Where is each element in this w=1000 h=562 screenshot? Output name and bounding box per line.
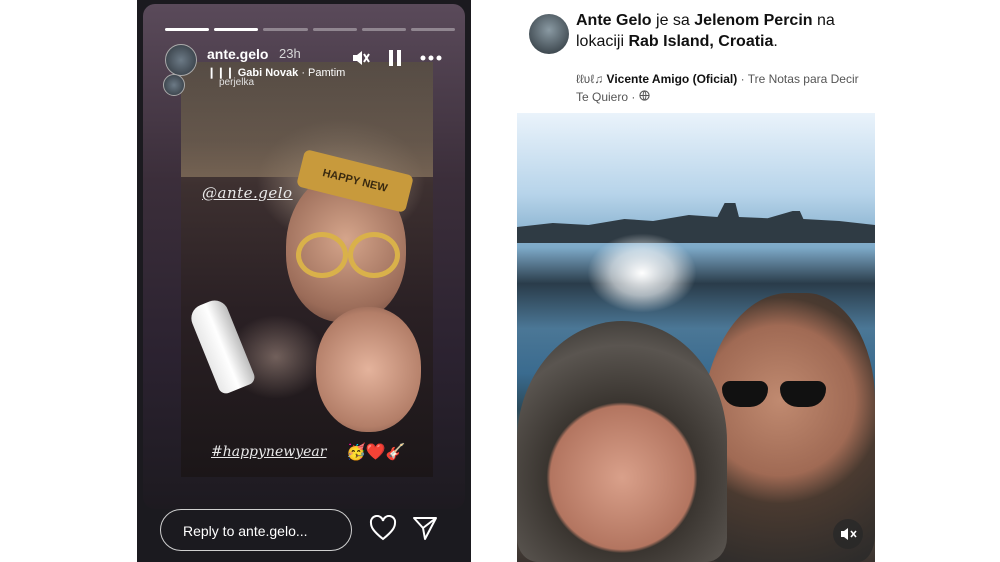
man-glasses [296,232,401,278]
collaborator-avatar[interactable] [163,74,185,96]
send-icon[interactable] [412,515,442,545]
emoji-stickers: 🥳❤️🎸 [346,442,406,461]
user-avatar[interactable] [165,44,197,76]
video-mute-icon[interactable] [833,519,863,549]
story-background: HAPPY NEW ante.gelo 23h ❙❙❙ Gabi Novak ·… [143,4,465,509]
author-name[interactable]: Ante Gelo [576,12,652,29]
music-artist[interactable]: Vicente Amigo (Oficial) [607,72,738,86]
woman-selfie [517,321,727,562]
sun-glare [587,233,697,313]
post-photo[interactable] [517,113,875,562]
story-time: 23h [279,46,301,61]
progress-segment [361,28,406,31]
story-header: ante.gelo 23h ❙❙❙ Gabi Novak · Pamtim [165,42,455,82]
mute-icon[interactable] [350,48,370,73]
post-header: Ante Gelo je sa Jelenom Percin na lokaci… [576,10,866,52]
progress-segment [214,28,259,31]
globe-icon [639,90,650,104]
hashtag-sticker[interactable]: #happynewyear [211,444,326,460]
with-text: je sa [656,12,690,29]
mention-sticker[interactable]: @ante.gelo [202,184,293,202]
facebook-post: Ante Gelo je sa Jelenom Percin na lokaci… [517,0,875,562]
progress-segment [165,28,210,31]
story-photo: HAPPY NEW [181,62,433,477]
instagram-story: HAPPY NEW ante.gelo 23h ❙❙❙ Gabi Novak ·… [137,0,471,562]
post-music[interactable]: ℓℓʋℓ♫ Vicente Amigo (Oficial) · Tre Nota… [576,70,866,106]
period: . [773,33,778,50]
progress-segment [312,28,357,31]
story-progress-bar [165,28,456,31]
music-rest: · Pamtim [301,67,346,79]
woman-face [316,307,421,432]
collaborator-name[interactable]: perjelka [219,77,254,88]
location-name[interactable]: Rab Island, Croatia [628,33,773,50]
music-note-icon: ℓℓʋℓ♫ [576,72,604,86]
more-options-icon[interactable] [419,48,443,73]
pause-icon[interactable] [387,48,403,73]
author-avatar[interactable] [529,14,569,54]
tagged-person[interactable]: Jelenom Percin [694,12,812,29]
progress-segment [263,28,308,31]
bottle [187,296,257,396]
progress-segment [410,28,456,31]
reply-input[interactable]: Reply to ante.gelo... [160,509,352,551]
story-username[interactable]: ante.gelo [207,46,268,62]
sunglasses [722,381,830,407]
heart-icon[interactable] [369,514,399,545]
